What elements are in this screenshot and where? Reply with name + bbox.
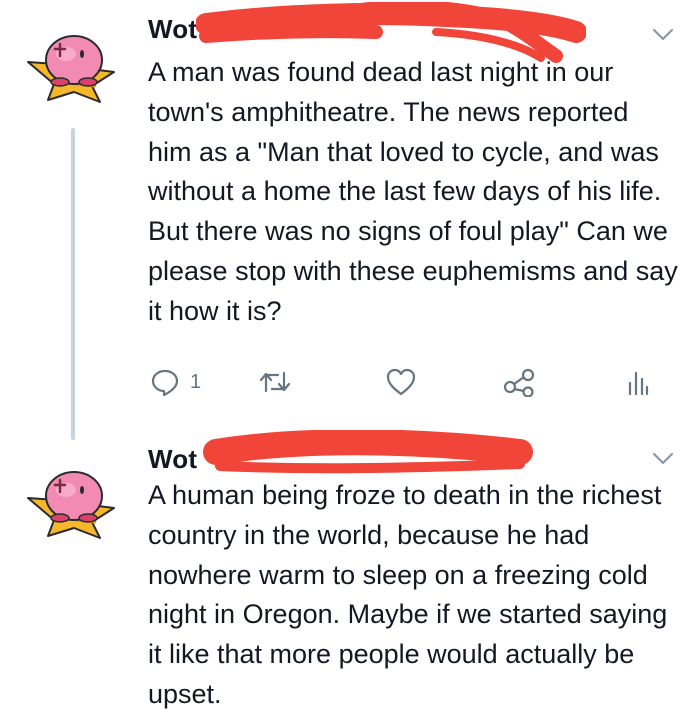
tweet-1[interactable]: Wot A man was found dead last night in o… bbox=[0, 0, 700, 440]
avatar[interactable] bbox=[22, 24, 128, 104]
analytics-button[interactable] bbox=[627, 365, 649, 399]
chevron-down-icon[interactable] bbox=[652, 28, 674, 42]
kirby-avatar-icon bbox=[27, 35, 115, 103]
share-button[interactable] bbox=[502, 365, 536, 399]
tweet-text: A man was found dead last night in our t… bbox=[148, 57, 678, 326]
tweet-text: A human being froze to death in the rich… bbox=[148, 480, 668, 709]
tweet-actions: 1 bbox=[0, 365, 700, 405]
author-name[interactable]: Wot bbox=[148, 444, 197, 475]
share-icon bbox=[503, 368, 535, 397]
reply-count: 1 bbox=[190, 370, 202, 393]
reply-button[interactable]: 1 bbox=[150, 365, 201, 399]
avatar[interactable] bbox=[22, 460, 128, 540]
like-button[interactable] bbox=[385, 365, 417, 399]
reply-icon bbox=[151, 369, 179, 397]
author-name[interactable]: Wot bbox=[148, 14, 197, 45]
chevron-down-icon[interactable] bbox=[652, 452, 674, 466]
kirby-avatar-icon bbox=[27, 471, 115, 539]
retweet-button[interactable] bbox=[258, 365, 292, 399]
redaction-scribble bbox=[203, 430, 533, 474]
retweet-icon bbox=[259, 371, 291, 393]
tweet-2[interactable]: Wot A human being froze to death in the … bbox=[0, 430, 700, 712]
heart-icon bbox=[386, 368, 416, 396]
analytics-icon bbox=[628, 371, 649, 396]
